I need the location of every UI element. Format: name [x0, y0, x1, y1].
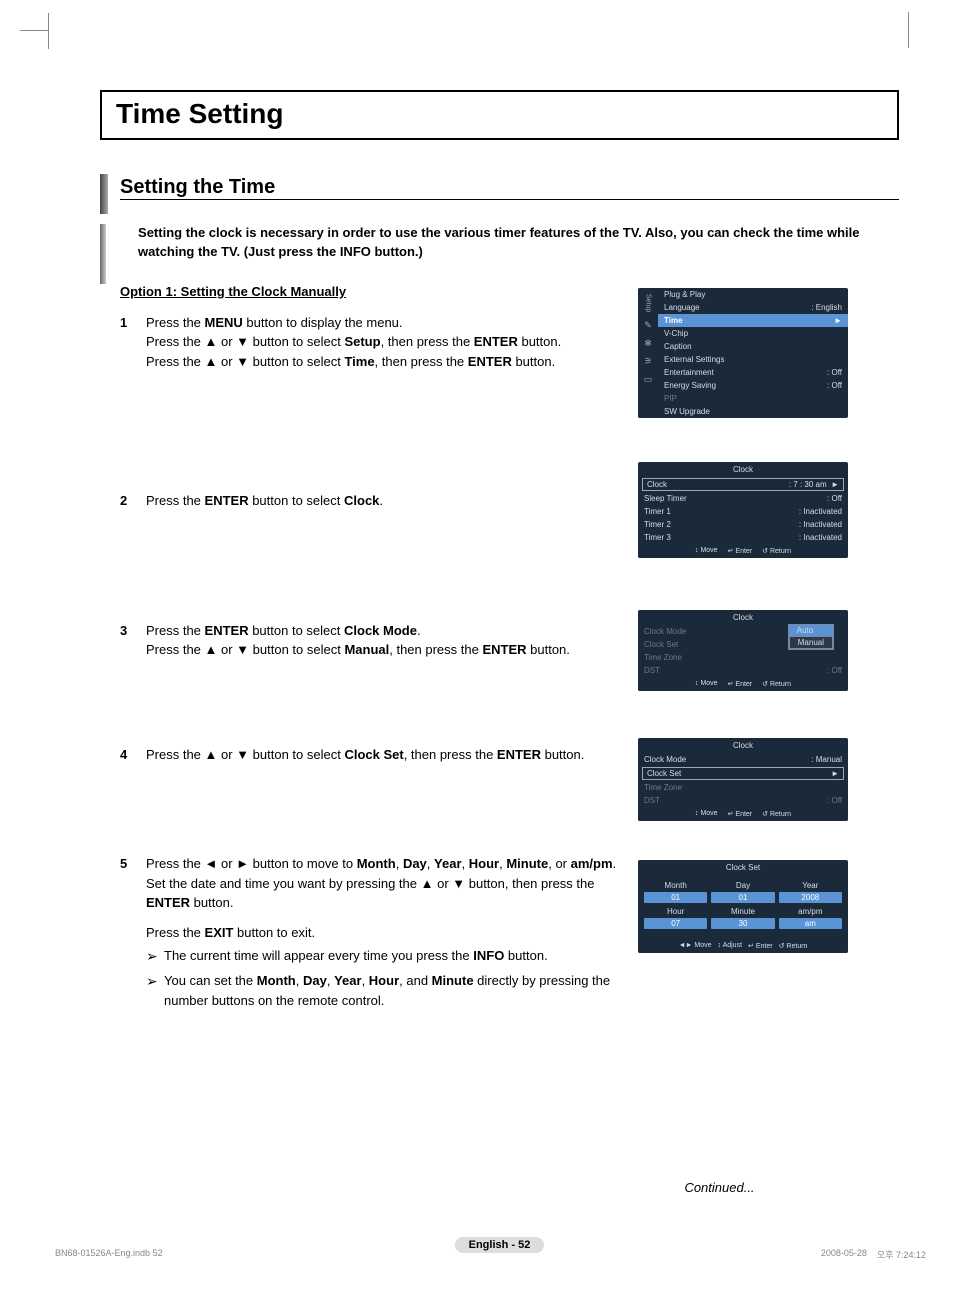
print-date: 2008-05-28 — [821, 1248, 867, 1261]
enter-icon: ↵ — [728, 548, 734, 555]
osd-option-auto: Auto — [789, 625, 833, 636]
leftright-icon: ◄► — [679, 942, 693, 949]
osd-item-external: External Settings — [658, 353, 848, 366]
step-3: 3 Press the ENTER button to select Clock… — [120, 621, 630, 660]
intro-text: Setting the clock is necessary in order … — [138, 224, 899, 262]
tool-icon: ✎ — [643, 320, 653, 330]
note-arrow-icon: ➢ — [146, 971, 164, 1010]
osd-item-entertainment: Entertainment: Off — [658, 366, 848, 379]
crop-mark-icon — [20, 30, 48, 58]
osd-item-plug-play: Plug & Play — [658, 288, 848, 301]
note-item: ➢The current time will appear every time… — [146, 946, 630, 967]
panel-icon: ▭ — [643, 374, 653, 384]
cs-minute: Minute30 — [711, 907, 774, 929]
osd-item-sleep-timer: Sleep Timer: Off — [638, 492, 848, 505]
osd-category-tabs: Setup ✎ ✻ ⚞ ▭ — [638, 288, 658, 418]
updown-icon: ↕ — [695, 680, 699, 687]
subheading-underline — [120, 199, 899, 200]
osd-footer: ↕ Move ↵ Enter ↺ Return — [638, 544, 848, 558]
note-arrow-icon: ➢ — [146, 946, 164, 967]
osd-item-energy: Energy Saving: Off — [658, 379, 848, 392]
step-5: 5 Press the ◄ or ► button to move to Mon… — [120, 854, 630, 1010]
osd-item-sw-upgrade: SW Upgrade — [658, 405, 848, 418]
osd-item-time-zone: Time Zone — [638, 781, 848, 794]
osd-title: Clock — [638, 738, 848, 753]
osd-item-time-zone: Time Zone — [638, 651, 848, 664]
osd-item-pip: PIP — [658, 392, 848, 405]
updown-icon: ↕ — [718, 942, 722, 949]
step-body: Press the MENU button to display the men… — [146, 313, 561, 372]
accent-bar-icon — [100, 224, 106, 284]
continued-text: Continued... — [540, 1180, 899, 1195]
osd-item-timer1: Timer 1: Inactivated — [638, 505, 848, 518]
intro-block: Setting the clock is necessary in order … — [100, 224, 899, 284]
crop-mark-icon — [889, 30, 909, 50]
cs-ampm: am/pmam — [779, 907, 842, 929]
osd-clock-set-grid: Clock Set Month01 Day01 Year2008 Hour07 … — [638, 860, 848, 953]
osd-item-clock: Clock: 7 : 30 am ► — [642, 478, 844, 491]
cs-year: Year2008 — [779, 881, 842, 903]
osd-footer: ↕ Move ↵ Enter ↺ Return — [638, 677, 848, 691]
enter-icon: ↵ — [728, 681, 734, 688]
osd-item-dst: DST: Off — [638, 794, 848, 807]
osd-title: Clock Set — [638, 860, 848, 875]
return-icon: ↺ — [762, 548, 768, 555]
step-body: Press the ENTER button to select Clock. — [146, 491, 383, 511]
accent-bar-icon — [100, 174, 108, 214]
step-body: Press the ENTER button to select Clock M… — [146, 621, 570, 660]
gear-icon: ✻ — [643, 338, 653, 348]
return-icon: ↺ — [779, 943, 785, 950]
step-body: Press the ▲ or ▼ button to select Clock … — [146, 745, 584, 765]
osd-item-caption: Caption — [658, 340, 848, 353]
step-number: 5 — [120, 854, 146, 1010]
osd-item-timer3: Timer 3: Inactivated — [638, 531, 848, 544]
osd-item-clock-mode: Clock Mode: Manual — [638, 753, 848, 766]
osd-footer: ↕ Move ↵ Enter ↺ Return — [638, 807, 848, 821]
print-doc-id: BN68-01526A-Eng.indb 52 — [55, 1248, 163, 1261]
return-icon: ↺ — [762, 681, 768, 688]
print-footer: BN68-01526A-Eng.indb 52 2008-05-28 오후 7:… — [55, 1248, 926, 1261]
step-number: 1 — [120, 313, 146, 372]
updown-icon: ↕ — [695, 810, 699, 817]
osd-item-timer2: Timer 2: Inactivated — [638, 518, 848, 531]
osd-clock-menu: Clock Clock: 7 : 30 am ► Sleep Timer: Of… — [638, 462, 848, 558]
cs-hour: Hour07 — [644, 907, 707, 929]
cs-month: Month01 — [644, 881, 707, 903]
osd-option-manual: Manual — [789, 636, 833, 649]
subheading: Setting the Time — [120, 174, 899, 199]
osd-item-clock-set: Clock Set► — [642, 767, 844, 780]
step-body: Press the ◄ or ► button to move to Month… — [146, 854, 630, 1010]
enter-icon: ↵ — [748, 943, 754, 950]
osd-popup-options: Auto Manual — [788, 624, 834, 650]
osd-title: Clock — [638, 462, 848, 477]
section-title: Time Setting — [116, 98, 883, 130]
plug-icon: ⚞ — [643, 356, 653, 366]
osd-item-time: Time► — [658, 314, 848, 327]
steps-list: 1 Press the MENU button to display the m… — [120, 313, 630, 1011]
osd-title: Clock — [638, 610, 848, 625]
osd-tab-setup: Setup — [645, 294, 652, 312]
cs-day: Day01 — [711, 881, 774, 903]
print-time: 오후 7:24:12 — [877, 1248, 926, 1261]
step-number: 3 — [120, 621, 146, 660]
updown-icon: ↕ — [695, 547, 699, 554]
return-icon: ↺ — [762, 811, 768, 818]
osd-clock-mode-menu: Clock Clock Mode Clock Set Time Zone DST… — [638, 610, 848, 691]
osd-item-dst: DST: Off — [638, 664, 848, 677]
step-1: 1 Press the MENU button to display the m… — [120, 313, 630, 372]
subheading-block: Setting the Time — [100, 174, 899, 214]
note-item: ➢You can set the Month, Day, Year, Hour,… — [146, 971, 630, 1010]
step-number: 2 — [120, 491, 146, 511]
step-2: 2 Press the ENTER button to select Clock… — [120, 491, 630, 511]
enter-icon: ↵ — [728, 811, 734, 818]
osd-item-language: Language: English — [658, 301, 848, 314]
step-number: 4 — [120, 745, 146, 765]
manual-page: Time Setting Setting the Time Setting th… — [0, 0, 954, 1273]
section-title-box: Time Setting — [100, 90, 899, 140]
osd-item-vchip: V-Chip — [658, 327, 848, 340]
step-4: 4 Press the ▲ or ▼ button to select Cloc… — [120, 745, 630, 765]
osd-setup-menu: Setup ✎ ✻ ⚞ ▭ Plug & Play Language: Engl… — [638, 288, 848, 418]
osd-clock-set-menu: Clock Clock Mode: Manual Clock Set► Time… — [638, 738, 848, 821]
osd-footer: ◄► Move ↕ Adjust ↵ Enter ↺ Return — [638, 939, 848, 953]
